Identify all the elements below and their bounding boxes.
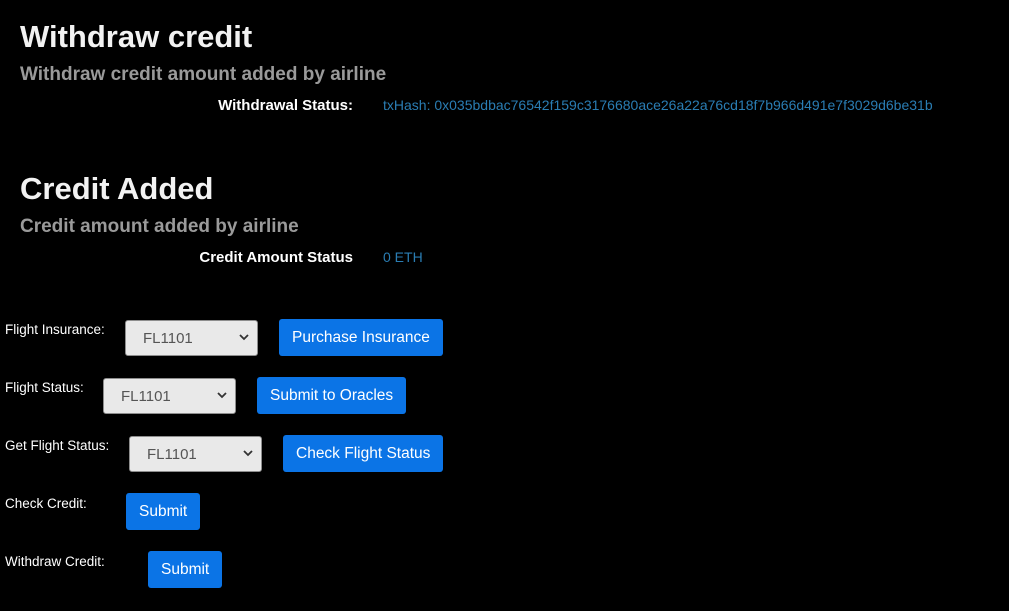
check-credit-label: Check Credit: [5, 496, 87, 511]
withdraw-credit-subtitle: Withdraw credit amount added by airline [20, 64, 387, 85]
withdraw-credit-title: Withdraw credit [20, 19, 253, 54]
credit-amount-status-label: Credit Amount Status [199, 249, 353, 266]
page: Withdraw credit Withdraw credit amount a… [0, 0, 1009, 611]
check-credit-submit-button[interactable]: Submit [126, 493, 201, 530]
withdraw-credit-submit-button[interactable]: Submit [148, 551, 223, 588]
credit-added-subtitle: Credit amount added by airline [20, 216, 299, 237]
flight-status-label: Flight Status: [5, 380, 84, 395]
check-flight-status-button[interactable]: Check Flight Status [283, 435, 444, 472]
flight-insurance-label: Flight Insurance: [5, 322, 105, 337]
get-flight-status-select[interactable]: FL1101 [129, 436, 262, 472]
get-flight-status-label: Get Flight Status: [5, 438, 110, 453]
credit-added-title: Credit Added [20, 171, 214, 206]
withdrawal-status-value: txHash: 0x035bdbac76542f159c3176680ace26… [383, 97, 933, 113]
flight-status-select-value: FL1101 [121, 388, 171, 405]
purchase-insurance-button[interactable]: Purchase Insurance [279, 319, 443, 356]
get-flight-status-select-value: FL1101 [147, 446, 197, 463]
credit-amount-status-value: 0 ETH [383, 249, 423, 265]
chevron-down-icon [243, 450, 253, 457]
submit-to-oracles-button[interactable]: Submit to Oracles [257, 377, 407, 414]
withdraw-credit-label: Withdraw Credit: [5, 554, 105, 569]
withdrawal-status-label: Withdrawal Status: [218, 97, 353, 114]
flight-insurance-select-value: FL1101 [143, 330, 193, 347]
flight-insurance-select[interactable]: FL1101 [125, 320, 258, 356]
chevron-down-icon [239, 334, 249, 341]
chevron-down-icon [217, 392, 227, 399]
flight-status-select[interactable]: FL1101 [103, 378, 236, 414]
